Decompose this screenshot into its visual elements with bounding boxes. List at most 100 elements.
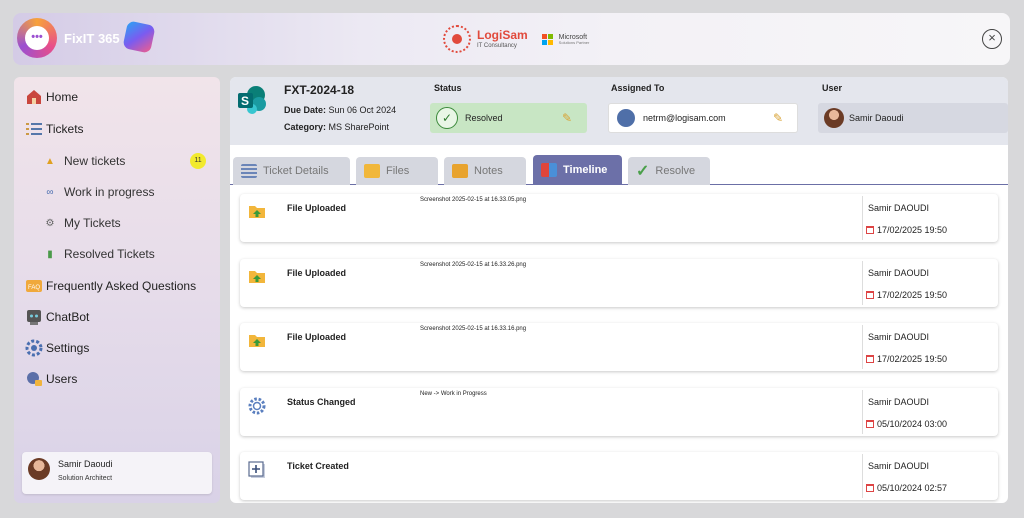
current-user-name: Samir Daoudi (58, 459, 113, 469)
sidebar-item-label: Tickets (46, 122, 84, 136)
ticket-tabs: Ticket Details Files Notes Timeline ✓ Re… (230, 155, 1008, 185)
calendar-icon (866, 484, 874, 492)
sidebar-item-label: Users (46, 372, 78, 386)
tab-notes[interactable]: Notes (444, 157, 526, 185)
timeline-event-date-text: 17/02/2025 19:50 (877, 354, 948, 364)
user-label: User (822, 83, 843, 93)
sidebar-item-label: Home (46, 90, 79, 104)
tab-label: Notes (474, 165, 503, 177)
sidebar-item-label: Work in progress (64, 185, 155, 199)
calendar-icon (866, 355, 874, 363)
timeline-row: Status Changed New -> Work in Progress Sam… (240, 387, 998, 436)
close-icon[interactable]: × (982, 29, 1002, 49)
tab-timeline[interactable]: Timeline (533, 155, 622, 185)
user-value: Samir Daoudi (849, 113, 904, 123)
file-upload-icon (248, 268, 266, 284)
tab-files[interactable]: Files (356, 157, 438, 185)
chatbot-icon (24, 307, 44, 327)
timeline-event-date-text: 05/10/2024 03:00 (877, 418, 948, 429)
current-user-card[interactable]: Samir Daoudi Solution Architect (22, 452, 212, 494)
avatar (824, 108, 844, 128)
sidebar-item-settings[interactable]: Settings (24, 338, 89, 358)
sidebar-item-label: ChatBot (46, 310, 90, 324)
file-upload-icon (248, 203, 266, 219)
copilot-icon[interactable] (122, 20, 156, 54)
timeline-icon (541, 163, 557, 177)
person-icon (617, 109, 635, 127)
sidebar-item-users[interactable]: Users (24, 369, 77, 389)
assigned-to-field[interactable]: netrm@logisam.com (608, 103, 798, 133)
sidebar-item-tickets[interactable]: Tickets (24, 119, 84, 139)
due-date: Due Date: Sun 06 Oct 2024 (284, 105, 396, 115)
sidebar-item-label: Settings (46, 341, 90, 355)
timeline-event-date: 05/10/2024 03:00 (866, 419, 947, 429)
tab-label: Files (386, 165, 410, 177)
notes-icon (452, 164, 468, 178)
timeline-event-title: Status Changed (287, 396, 356, 407)
ms-sub: Solutions Partner (558, 39, 590, 45)
file-upload-icon (248, 332, 266, 348)
sidebar-item-resolved-tickets[interactable]: ▮ Resolved Tickets (44, 247, 154, 261)
timeline-event-user: Samir DAOUDI (868, 203, 930, 213)
sidebar-item-new-tickets[interactable]: ▲ New tickets (44, 154, 125, 168)
progress-icon: ∞ (46, 186, 54, 198)
timeline-event-date: 17/02/2025 19:50 (866, 290, 947, 300)
row-divider (862, 196, 863, 240)
tab-ticket-details[interactable]: Ticket Details (233, 157, 350, 185)
sidebar-item-faq[interactable]: FAQ Frequently Asked Questions (24, 276, 196, 296)
timeline-row: File Uploaded Screenshot 2025-02-15 at 16… (240, 258, 998, 307)
row-divider (862, 389, 863, 434)
timeline-event-user: Samir DAOUDI (868, 461, 930, 471)
timeline-event-detail: New -> Work in Progress (420, 390, 487, 397)
tab-label: Timeline (563, 164, 608, 176)
sidebar-item-my-tickets[interactable]: ⚙ My Tickets (44, 216, 121, 230)
timeline-event-user: Samir DAOUDI (868, 267, 930, 278)
app-logo-icon: ••• (17, 18, 57, 58)
tab-label: Ticket Details (263, 165, 329, 177)
edit-assignee-pencil-icon[interactable]: ✎ (773, 111, 783, 125)
timeline-row: Ticket Created Samir DAOUDI 05/10/2024 02:… (240, 452, 998, 500)
timeline-event-title: File Uploaded (287, 332, 347, 342)
faq-icon: FAQ (24, 276, 44, 296)
logisam-icon (443, 25, 471, 53)
category-label: Category: (284, 122, 327, 132)
sidebar-item-label: Frequently Asked Questions (46, 279, 197, 293)
sidebar-item-work-in-progress[interactable]: ∞ Work in progress (44, 185, 154, 199)
ticket-info-bar: S FXT-2024-18 Due Date: Sun 06 Oct 2024 … (230, 77, 1008, 145)
app-header: ••• FixIT 365 LogiSam IT Consultancy Mic… (13, 13, 1010, 65)
gear-icon (24, 338, 44, 358)
row-divider (862, 260, 863, 305)
calendar-icon (866, 419, 874, 428)
sidebar-item-label: My Tickets (64, 216, 121, 230)
sidebar-item-chatbot[interactable]: ChatBot (24, 307, 89, 327)
timeline-event-date-text: 17/02/2025 19:50 (877, 225, 948, 235)
ticket-panel: S FXT-2024-18 Due Date: Sun 06 Oct 2024 … (230, 77, 1008, 503)
timeline-event-detail: Screenshot 2025-02-15 at 16.33.16.png (420, 326, 527, 332)
category: Category: MS SharePoint (284, 122, 389, 132)
user-field: Samir Daoudi (818, 103, 1008, 133)
edit-status-pencil-icon[interactable]: ✎ (562, 111, 572, 125)
brand-logo: LogiSam IT Consultancy Microsoft Solutio… (443, 21, 589, 57)
sharepoint-icon: S (238, 86, 266, 114)
timeline-event-date-text: 05/10/2024 02:57 (877, 483, 948, 493)
svg-text:FAQ: FAQ (28, 285, 40, 291)
tab-label: Resolve (655, 165, 696, 177)
calendar-icon (866, 226, 874, 234)
gear-icon (248, 397, 266, 414)
tab-resolve[interactable]: ✓ Resolve (628, 157, 710, 185)
ticket-id: FXT-2024-18 (284, 83, 355, 97)
home-icon (24, 87, 44, 107)
assigned-to-label: Assigned To (611, 83, 665, 93)
assigned-to-value: netrm@logisam.com (643, 113, 726, 123)
calendar-icon (866, 290, 874, 299)
app-title: FixIT 365 (64, 31, 120, 46)
add-ticket-icon (248, 461, 266, 478)
resolved-icon: ▮ (47, 248, 53, 260)
folder-icon (364, 164, 380, 178)
sidebar-item-home[interactable]: Home (24, 87, 78, 107)
microsoft-icon (541, 33, 553, 45)
tickets-icon (24, 119, 44, 139)
timeline-event-user: Samir DAOUDI (868, 332, 930, 342)
timeline-event-title: Ticket Created (287, 461, 349, 471)
svg-text:S: S (241, 94, 249, 108)
